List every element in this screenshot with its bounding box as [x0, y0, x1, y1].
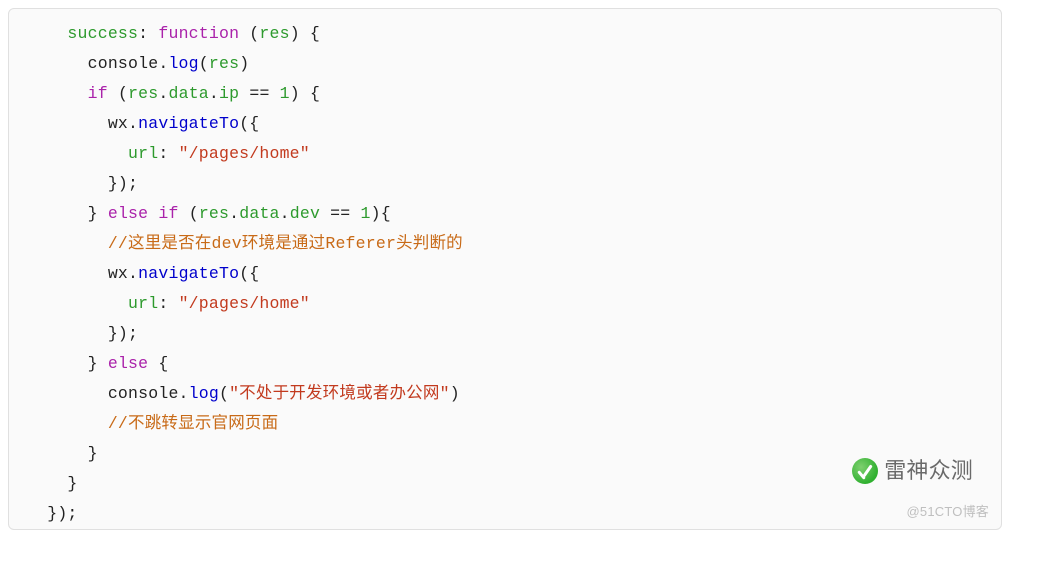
code-block: success: function (res) { console.log(re…	[27, 19, 983, 529]
code-snippet: success: function (res) { console.log(re…	[8, 8, 1002, 530]
watermark-text: 雷神众测	[884, 451, 973, 491]
wechat-icon	[852, 458, 878, 484]
watermark: 雷神众测	[852, 451, 973, 491]
credit-text: @51CTO博客	[907, 500, 989, 524]
